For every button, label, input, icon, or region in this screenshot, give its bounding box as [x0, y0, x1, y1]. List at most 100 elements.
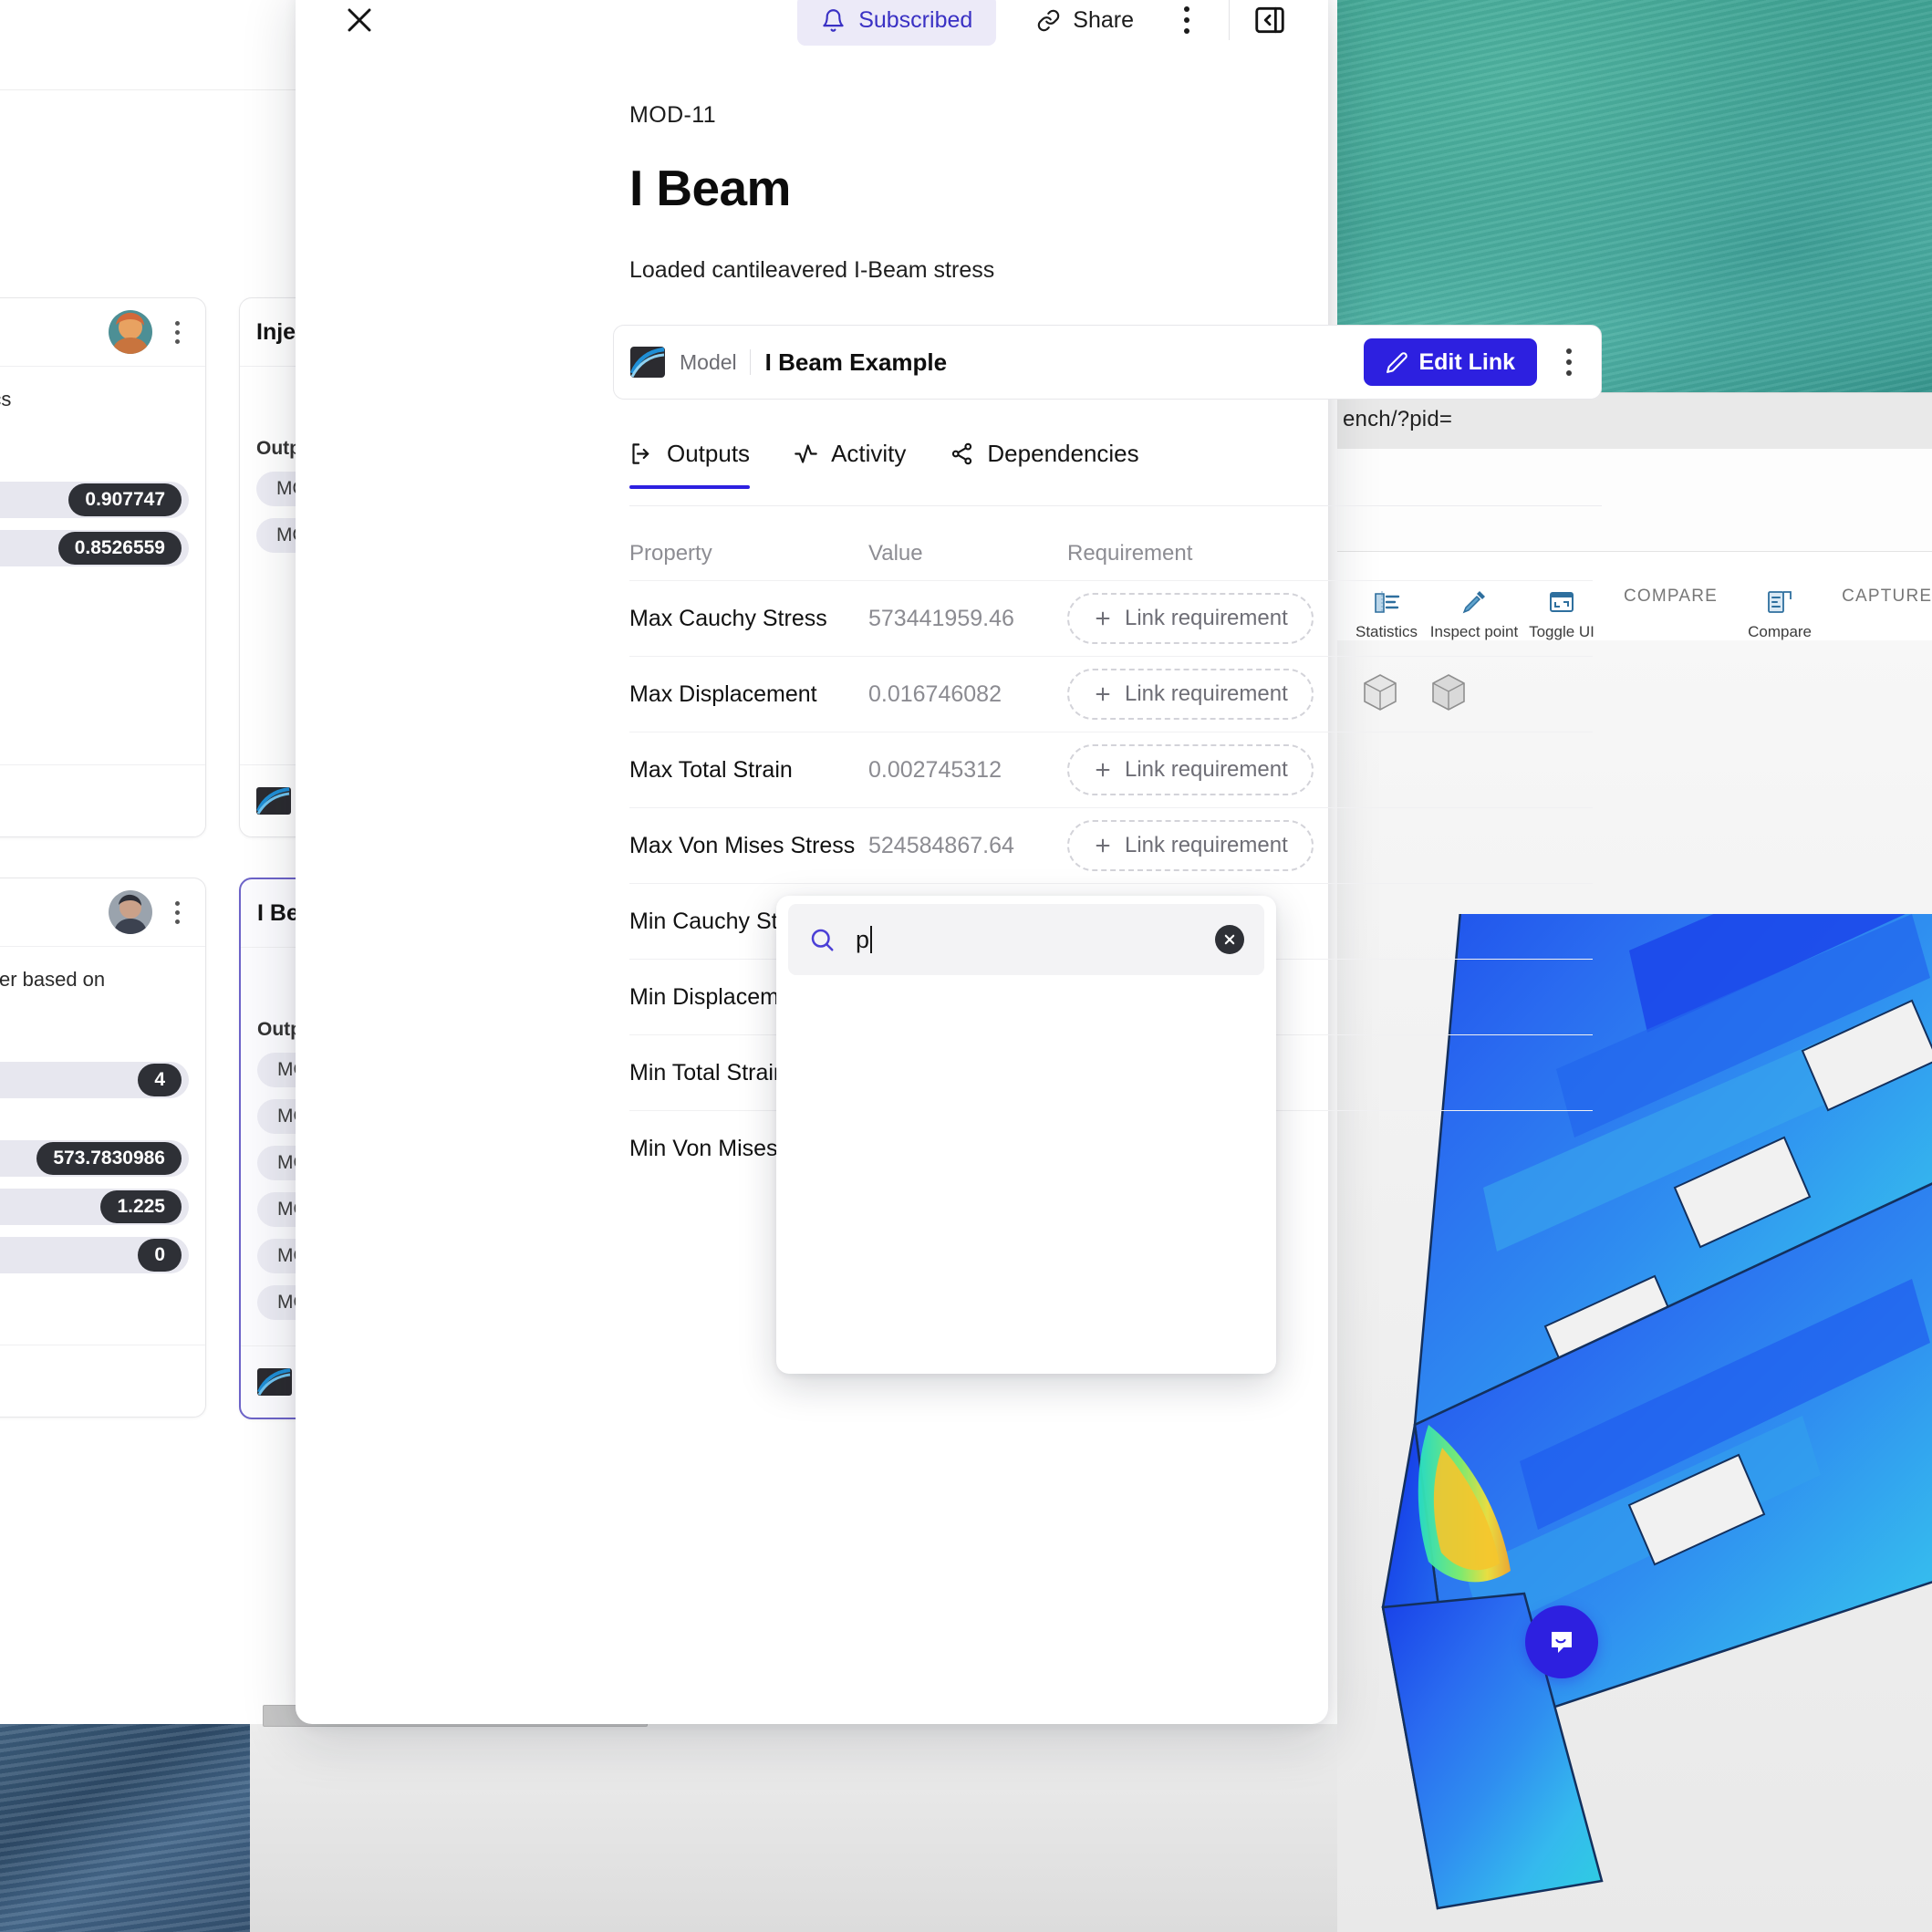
brand-logo-icon — [256, 787, 291, 815]
value-chip: 573.7830986 — [36, 1141, 182, 1175]
text-caret — [870, 926, 873, 953]
column-header-requirement: Requirement — [1067, 541, 1193, 566]
modal-header-actions: Subscribed Share — [797, 0, 1293, 49]
value-row: 0.8526559 — [0, 529, 189, 566]
table-row[interactable]: Max Von Mises Stress 524584867.64 Link r… — [629, 807, 1593, 883]
tab-dependencies-label: Dependencies — [987, 440, 1139, 467]
plus-icon — [1093, 836, 1113, 856]
cell-property: Max Von Mises Stress — [629, 832, 856, 858]
compare-label: Compare — [1748, 623, 1813, 640]
plus-icon — [1093, 684, 1113, 704]
plus-icon — [1093, 608, 1113, 628]
tab-dependencies[interactable]: Dependencies — [950, 440, 1139, 488]
background-card-header — [0, 878, 205, 947]
link-requirement-button[interactable]: Link requirement — [1067, 593, 1314, 644]
cell-value: 0.002745312 — [868, 756, 1002, 783]
card-more-icon[interactable] — [165, 900, 189, 924]
model-detail-modal: Subscribed Share MOD-11 I Beam Loaded ca… — [296, 0, 1602, 1724]
link-requirement-label: Link requirement — [1125, 606, 1288, 630]
value-chip: 0.8526559 — [57, 531, 182, 565]
tab-outputs-label: Outputs — [667, 440, 751, 467]
background-card-description: et equ calcs — [0, 388, 12, 410]
background-card[interactable]: et equ calcs 0.907747 0.8526559 — [0, 297, 206, 837]
table-row[interactable]: Max Cauchy Stress 573441959.46 Link requ… — [629, 580, 1593, 656]
desktop-wallpaper — [0, 1724, 250, 1932]
clear-search-icon[interactable] — [1215, 925, 1244, 954]
background-card-footer — [0, 764, 205, 836]
ribbon-category-compare: COMPARE — [1624, 587, 1719, 606]
search-input[interactable]: p — [856, 926, 869, 954]
close-icon[interactable] — [336, 0, 383, 44]
cell-requirement: Link requirement — [1067, 820, 1593, 871]
value-chip: 0.907747 — [68, 483, 182, 516]
brand-logo-icon — [257, 1368, 292, 1396]
cell-value: 573441959.46 — [868, 605, 1014, 631]
requirement-search-dropdown: p Entries Requirements Operational requi… — [776, 896, 1276, 1374]
bell-icon — [821, 8, 846, 33]
value-row: 0 — [0, 1236, 189, 1273]
model-name: I Beam Example — [764, 348, 948, 376]
cell-requirement: Link requirement — [1067, 744, 1593, 795]
column-header-value: Value — [868, 541, 923, 566]
table-header-row: Property Value Requirement — [629, 527, 1593, 580]
url-text: ench/?pid= — [1343, 407, 1453, 431]
brand-logo-icon — [630, 347, 665, 378]
table-row[interactable]: Max Displacement 0.016746082 Link requir… — [629, 656, 1593, 732]
collapse-panel-icon[interactable] — [1246, 0, 1293, 44]
activity-icon — [794, 441, 818, 466]
intercom-chat-button[interactable] — [1525, 1605, 1598, 1678]
background-card-body: heat transfer based on 4 573.7830986 1.2… — [0, 947, 205, 1286]
page-title: I Beam — [629, 160, 791, 216]
chat-bubble-icon — [1543, 1624, 1580, 1660]
tab-activity-label: Activity — [831, 440, 907, 467]
cell-property: Max Displacement — [629, 680, 817, 707]
share-button[interactable]: Share — [1014, 0, 1156, 46]
outputs-icon — [629, 441, 654, 466]
value-chip: 1.225 — [100, 1189, 182, 1223]
background-card-description: heat transfer based on — [0, 968, 106, 991]
ribbon-category-capture: CAPTURE — [1842, 587, 1932, 606]
edit-link-button[interactable]: Edit Link — [1364, 338, 1537, 386]
tab-activity[interactable]: Activity — [794, 440, 906, 488]
more-options-icon[interactable] — [1161, 0, 1212, 46]
cell-property: Max Total Strain — [629, 756, 793, 783]
cell-property: Max Cauchy Stress — [629, 605, 827, 631]
value-row: 573.7830986 — [0, 1139, 189, 1177]
value-row: 1.225 — [0, 1188, 189, 1225]
link-requirement-label: Link requirement — [1125, 681, 1288, 706]
background-card-footer — [0, 1345, 205, 1417]
cell-value: 524584867.64 — [868, 832, 1014, 858]
cell-value: 0.016746082 — [868, 680, 1002, 707]
search-icon — [808, 926, 836, 953]
link-requirement-button[interactable]: Link requirement — [1067, 669, 1314, 720]
avatar[interactable] — [109, 890, 152, 934]
model-divider — [749, 349, 751, 375]
background-card-body: et equ calcs 0.907747 0.8526559 — [0, 367, 205, 579]
link-requirement-label: Link requirement — [1125, 833, 1288, 857]
subscribed-button[interactable]: Subscribed — [797, 0, 997, 46]
edit-link-label: Edit Link — [1418, 348, 1515, 375]
linked-model-card[interactable]: Model I Beam Example Edit Link — [613, 325, 1602, 400]
value-row: 4 — [0, 1061, 189, 1098]
link-requirement-button[interactable]: Link requirement — [1067, 744, 1314, 795]
link-icon — [1036, 8, 1061, 33]
compare-button[interactable]: Compare — [1736, 574, 1823, 641]
background-card[interactable]: heat transfer based on 4 573.7830986 1.2… — [0, 878, 206, 1418]
column-header-property: Property — [629, 541, 712, 566]
cell-requirement: Link requirement — [1067, 593, 1593, 644]
tab-outputs[interactable]: Outputs — [629, 440, 751, 489]
search-input-wrapper[interactable]: p — [788, 904, 1264, 975]
compare-icon — [1764, 587, 1795, 618]
model-card-more-icon[interactable] — [1553, 348, 1584, 376]
value-chip: 4 — [138, 1063, 182, 1096]
dependencies-icon — [950, 441, 974, 466]
avatar[interactable] — [109, 310, 152, 354]
share-label: Share — [1073, 6, 1134, 33]
record-key-id: MOD-11 — [629, 102, 717, 128]
card-more-icon[interactable] — [165, 320, 189, 344]
ribbon-group-compare: Compare — [1730, 552, 1829, 641]
link-requirement-button-active[interactable]: Link requirement — [1067, 820, 1314, 871]
table-row[interactable]: Max Total Strain 0.002745312 Link requir… — [629, 732, 1593, 807]
pencil-icon — [1386, 351, 1408, 374]
subscribed-label: Subscribed — [858, 6, 973, 33]
